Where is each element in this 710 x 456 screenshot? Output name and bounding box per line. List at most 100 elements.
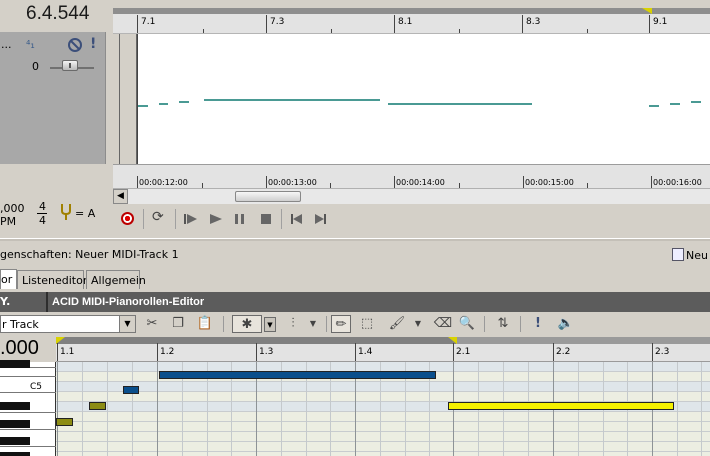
tab-editor[interactable]: or <box>0 269 17 289</box>
note-line <box>388 103 532 105</box>
new-track-label: Neu <box>686 249 708 262</box>
time-label: 00:00:14:00 <box>396 178 445 187</box>
loop-button[interactable]: ⟳ <box>152 209 168 225</box>
time-signature-numerator[interactable]: 4 <box>39 200 46 213</box>
tempo-area: ,000 PM 4 4 = A <box>0 196 108 236</box>
transport-time: 6.4.544 <box>26 3 90 24</box>
time-label: 00:00:13:00 <box>268 178 317 187</box>
key-label[interactable]: = A <box>75 207 95 220</box>
bar-label: 1.4 <box>358 347 373 357</box>
bar-label: 2.1 <box>456 347 471 357</box>
note-line <box>691 101 701 103</box>
bar-label: 2.2 <box>556 347 571 357</box>
track-select-value: r Track <box>2 318 39 331</box>
editor-title: ACID MIDI-Pianorollen-Editor <box>52 296 205 308</box>
ruler-label: 7.3 <box>270 17 285 27</box>
scroll-left-arrow-icon[interactable]: ◀ <box>113 189 128 204</box>
stop-icon[interactable] <box>258 211 274 227</box>
time-readout: 6.4.544 <box>0 0 108 32</box>
quantize-icon[interactable]: ⫶ <box>283 315 303 333</box>
chevron-down-icon[interactable]: ▼ <box>119 316 135 332</box>
black-key[interactable] <box>0 452 30 456</box>
track-select[interactable]: r Track ▼ <box>0 315 136 333</box>
pause-icon[interactable] <box>232 211 248 227</box>
track-header[interactable]: ... ⁴₁ ! 0 <box>0 32 106 164</box>
time-ruler[interactable]: 00:00:12:00 00:00:13:00 00:00:14:00 00:0… <box>113 164 710 188</box>
black-key[interactable] <box>0 420 30 428</box>
brush-dropdown-icon[interactable]: ▼ <box>411 315 425 333</box>
note-line <box>159 103 168 105</box>
new-track-button[interactable]: Neu <box>672 248 708 262</box>
note-line <box>649 105 659 107</box>
pane-divider[interactable] <box>0 238 710 241</box>
horizontal-scrollbar[interactable]: ◀ <box>113 188 710 204</box>
midi-note[interactable] <box>159 371 436 379</box>
tab-bar: or Listeneditor Allgemein <box>0 269 710 289</box>
ruler-label: 8.3 <box>526 17 541 27</box>
midi-note[interactable] <box>56 418 73 426</box>
piano-roll-grid[interactable] <box>56 362 710 456</box>
midi-note[interactable] <box>123 386 139 394</box>
solo-icon[interactable]: ! <box>528 315 548 333</box>
copy-icon[interactable]: ❐ <box>168 315 188 333</box>
cut-icon[interactable]: ✂ <box>142 315 162 333</box>
paste-icon[interactable]: 📋 <box>195 315 215 333</box>
volume-fader-knob[interactable] <box>62 60 78 71</box>
ruler-label: 9.1 <box>653 17 668 27</box>
snap-icon[interactable]: ✱ <box>232 315 262 333</box>
play-icon[interactable] <box>208 211 224 227</box>
cursor-position[interactable]: .000 <box>0 337 39 360</box>
tab-general[interactable]: Allgemein <box>86 270 146 289</box>
midi-note[interactable] <box>89 402 106 410</box>
tempo-value[interactable]: ,000 <box>0 202 25 215</box>
note-line <box>204 99 380 101</box>
record-button[interactable] <box>121 212 134 225</box>
tab-list-editor[interactable]: Listeneditor <box>17 270 87 289</box>
time-signature-denominator[interactable]: 4 <box>39 214 46 227</box>
zoom-icon[interactable]: 🔍 <box>457 315 477 333</box>
quantize-dropdown-icon[interactable]: ▼ <box>306 315 320 333</box>
pencil-icon[interactable]: ✏ <box>331 315 351 333</box>
black-key[interactable] <box>0 402 30 410</box>
track-menu-dots[interactable]: ... <box>1 38 12 51</box>
tuning-fork-icon[interactable]: ⁴₁ <box>26 38 38 52</box>
ruler-label: 7.1 <box>141 17 156 27</box>
c5-label: C5 <box>30 382 43 392</box>
speaker-icon[interactable]: 🔈 <box>556 315 576 333</box>
time-label: 00:00:15:00 <box>525 178 574 187</box>
bar-ruler[interactable]: 1.1 1.2 1.3 1.4 2.1 2.2 2.3 <box>56 343 710 362</box>
note-line <box>138 105 148 107</box>
editor-title-bar: Y. ACID MIDI-Pianorollen-Editor <box>0 292 710 312</box>
midi-clip[interactable] <box>137 34 710 164</box>
black-key[interactable] <box>0 437 30 445</box>
solo-icon[interactable]: ! <box>90 36 96 52</box>
snap-dropdown-icon[interactable]: ▼ <box>264 317 276 332</box>
black-key[interactable] <box>0 360 30 368</box>
mute-icon[interactable] <box>68 38 82 52</box>
track-area[interactable] <box>113 34 710 164</box>
select-icon[interactable]: ⬚ <box>357 315 377 333</box>
properties-title: genschaften: Neuer MIDI-Track 1 <box>0 248 179 261</box>
bar-label: 1.1 <box>60 347 75 357</box>
note-line <box>179 101 189 103</box>
bar-label: 2.3 <box>655 347 670 357</box>
piano-keyboard[interactable]: C5 <box>0 360 56 456</box>
brand-logo: Y. <box>0 295 11 308</box>
brush-icon[interactable]: 🖌 <box>387 315 407 333</box>
time-label: 00:00:12:00 <box>139 178 188 187</box>
go-to-start-icon[interactable] <box>289 211 305 227</box>
go-to-end-icon[interactable] <box>312 211 328 227</box>
eraser-icon[interactable]: ⌫ <box>433 315 453 333</box>
play-from-start-icon[interactable] <box>183 211 199 227</box>
scrub-icon[interactable]: ⇅ <box>493 315 513 333</box>
time-label: 00:00:16:00 <box>653 178 702 187</box>
note-line <box>670 103 680 105</box>
transport-bar: ⟳ <box>113 204 710 234</box>
scroll-thumb[interactable] <box>235 191 301 202</box>
clip-edge <box>119 34 137 164</box>
midi-note[interactable] <box>448 402 674 410</box>
ruler-label: 8.1 <box>398 17 413 27</box>
tuning-fork-key-icon <box>61 204 71 220</box>
tempo-unit: PM <box>0 215 17 228</box>
beat-ruler[interactable]: 7.1 7.3 8.1 8.3 9.1 <box>113 14 710 34</box>
